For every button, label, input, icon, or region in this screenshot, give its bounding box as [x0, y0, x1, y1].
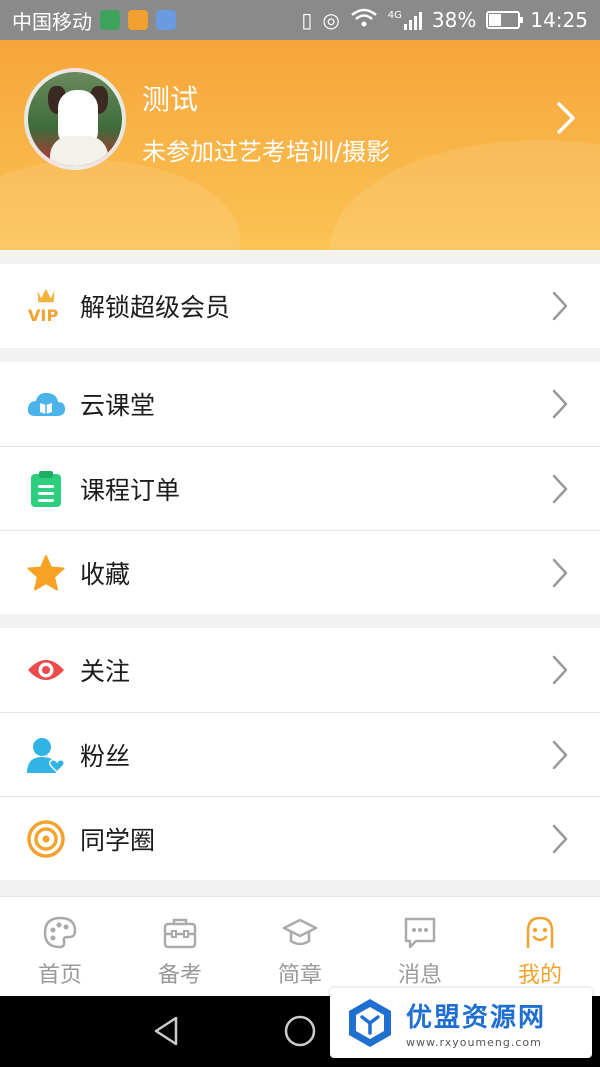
status-bar: 中国移动 ▯ ◎ 4G 38% 14:25: [0, 0, 600, 40]
chevron-right-icon: [552, 740, 568, 769]
menu-item-following[interactable]: 关注: [0, 628, 600, 712]
tab-label: 我的: [517, 963, 562, 988]
app-notification-icon: [100, 10, 120, 30]
clipboard-icon: [26, 469, 66, 509]
menu-group-social: 关注 粉丝 同学圈: [0, 628, 600, 880]
menu-item-label: 同学圈: [80, 825, 156, 855]
home-icon[interactable]: [283, 1014, 317, 1048]
chevron-right-icon: [552, 558, 568, 587]
chevron-right-icon: [552, 291, 568, 321]
app-notification-icon: [156, 10, 176, 30]
menu-item-label: 云课堂: [80, 391, 156, 420]
chevron-right-icon: [557, 102, 575, 134]
battery-icon: [486, 11, 524, 29]
wifi-icon: [350, 8, 378, 33]
briefcase-icon: [163, 918, 197, 949]
chevron-right-icon: [552, 474, 568, 503]
svg-text:VIP: VIP: [28, 306, 59, 325]
star-icon: [26, 553, 66, 593]
carrier-label: 中国移动: [12, 9, 92, 34]
back-icon[interactable]: [150, 1014, 184, 1048]
tab-label: 简章: [277, 963, 322, 988]
chat-bubble-icon: [404, 917, 436, 949]
signal-icon: 4G: [388, 10, 422, 30]
tab-mine[interactable]: 我的: [480, 897, 600, 996]
avatar[interactable]: [24, 68, 126, 170]
menu-group-membership: VIP 解锁超级会员: [0, 264, 600, 348]
user-heart-icon: [26, 735, 66, 775]
tab-home[interactable]: 首页: [0, 897, 120, 996]
user-description: 未参加过艺考培训/摄影: [142, 138, 391, 166]
tab-label: 消息: [397, 963, 442, 988]
menu-item-label: 收藏: [80, 559, 131, 589]
tab-label: 首页: [37, 963, 82, 988]
menu-item-cloud-class[interactable]: 云课堂: [0, 362, 600, 446]
username: 测试: [142, 83, 199, 116]
menu-item-vip[interactable]: VIP 解锁超级会员: [0, 264, 600, 348]
menu-item-course-orders[interactable]: 课程订单: [0, 446, 600, 530]
battery-percent: 38%: [431, 8, 477, 32]
menu-item-favorites[interactable]: 收藏: [0, 530, 600, 614]
watermark-title: 优盟资源网: [406, 1003, 547, 1033]
menu-item-label: 课程订单: [80, 475, 181, 505]
menu-item-classmates-circle[interactable]: 同学圈: [0, 796, 600, 880]
tab-exam-prep[interactable]: 备考: [120, 897, 240, 996]
smiley-icon: [526, 916, 554, 948]
app-notification-icon: [128, 10, 148, 30]
cloud-book-icon: [26, 384, 66, 424]
battery-fill: [489, 14, 501, 26]
eye-comfort-icon: ◎: [322, 8, 340, 32]
tab-messages[interactable]: 消息: [360, 897, 480, 996]
watermark-badge: 优盟资源网 www.rxyoumeng.com: [330, 988, 592, 1058]
menu-item-label: 关注: [80, 657, 131, 686]
tab-label: 备考: [157, 963, 202, 988]
header-decoration: [0, 160, 240, 250]
menu-group-learning: 云课堂 课程订单 收藏: [0, 362, 600, 614]
vip-crown-icon: VIP: [26, 286, 66, 326]
menu-item-fans[interactable]: 粉丝: [0, 712, 600, 796]
chevron-right-icon: [552, 389, 568, 419]
palette-icon: [43, 916, 77, 949]
tab-brochures[interactable]: 简章: [240, 897, 360, 996]
graduation-cap-icon: [282, 918, 318, 946]
menu-item-label: 解锁超级会员: [80, 293, 231, 322]
network-type-label: 4G: [387, 10, 402, 21]
circle-swirl-icon: [26, 819, 66, 859]
watermark-url: www.rxyoumeng.com: [406, 1036, 542, 1049]
chevron-right-icon: [552, 655, 568, 685]
chevron-right-icon: [552, 824, 568, 853]
bottom-tab-bar: 首页 备考 简章 消息 我的: [0, 896, 600, 996]
vibrate-icon: ▯: [301, 8, 313, 32]
menu-item-label: 粉丝: [80, 741, 131, 771]
eye-icon: [26, 650, 66, 690]
profile-header[interactable]: 测试 未参加过艺考培训/摄影: [0, 40, 600, 250]
clock: 14:25: [530, 8, 588, 32]
hexagon-logo-icon: [349, 999, 391, 1047]
